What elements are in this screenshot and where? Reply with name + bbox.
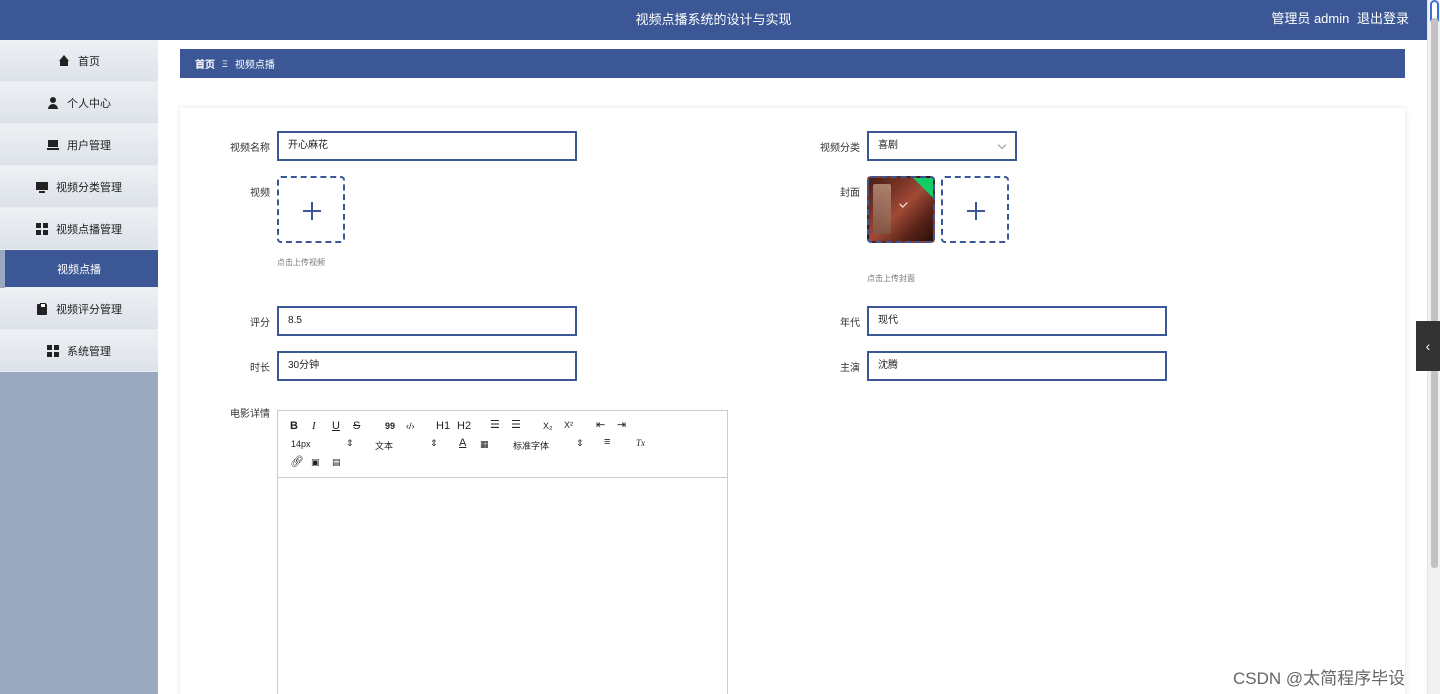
user-name: 管理员 admin (1271, 11, 1350, 26)
editor-toolbar: B I U S 99 ‹/› H1 H2 ☰ ☰ X₂ X² ⇤ ⇥ 14px … (278, 411, 727, 478)
scrollbar-thumb[interactable] (1431, 18, 1438, 568)
video-label: 视频 (250, 188, 270, 199)
rich-text-editor: B I U S 99 ‹/› H1 H2 ☰ ☰ X₂ X² ⇤ ⇥ 14px … (277, 410, 728, 694)
breadcrumb-separator-icon: Ξ (222, 58, 228, 69)
sidebar-item-label: 首页 (78, 55, 100, 68)
sidebar-item-users[interactable]: 用户管理 (0, 124, 158, 166)
sidebar-item-video-category[interactable]: 视频分类管理 (0, 166, 158, 208)
desk-icon (47, 139, 59, 151)
form-card: 视频名称 开心麻花 视频分类 喜剧 视频 点击上传视频 封面 点击上传封面 评分… (180, 108, 1405, 694)
chevron-updown-icon: ⇕ (576, 438, 584, 448)
font-family-select[interactable]: 标准字体 (513, 439, 549, 452)
sidebar-subitem-vod[interactable]: 视频点播 (5, 250, 158, 288)
background-color-icon[interactable]: ▦ (480, 439, 489, 450)
image-icon[interactable]: ▣ (311, 457, 320, 468)
category-label: 视频分类 (820, 143, 860, 154)
breadcrumb-current: 视频点播 (234, 60, 275, 71)
sidebar-item-profile[interactable]: 个人中心 (0, 82, 158, 124)
link-icon[interactable]: 🔗︎ (290, 455, 304, 468)
watermark: CSDN @太简程序毕设 (1233, 669, 1406, 688)
user-icon (47, 96, 59, 109)
clipboard-icon (36, 302, 48, 315)
logout-link[interactable]: 退出登录 (1357, 11, 1409, 26)
cover-label: 封面 (840, 188, 860, 199)
detail-label: 电影详情 (230, 409, 270, 420)
year-input[interactable]: 现代 (867, 306, 1167, 336)
sidebar: 首页 个人中心 用户管理 视频分类管理 视频点播管理 视频点播 视频评分管理 系… (0, 40, 158, 694)
rating-label: 评分 (250, 318, 270, 329)
indent-icon[interactable]: ⇥ (617, 418, 626, 431)
outdent-icon[interactable]: ⇤ (596, 418, 605, 431)
actor-input[interactable]: 沈腾 (867, 351, 1167, 381)
chevron-updown-icon: ⇕ (346, 438, 354, 448)
sidebar-item-label: 视频点播 (57, 263, 101, 276)
cover-upload-button[interactable] (941, 176, 1009, 243)
check-icon (899, 199, 908, 208)
breadcrumb-home[interactable]: 首页 (195, 56, 215, 71)
collapse-panel-button[interactable]: ‹ (1416, 321, 1440, 371)
sidebar-item-label: 视频评分管理 (56, 303, 122, 316)
align-icon[interactable]: ≡ (604, 436, 610, 448)
category-select[interactable]: 喜剧 (867, 131, 1017, 161)
bullet-list-icon[interactable]: ☰ (511, 418, 521, 431)
bold-button[interactable]: B (290, 420, 298, 432)
cover-upload-hint: 点击上传封面 (867, 274, 915, 283)
chevron-updown-icon: ⇕ (430, 438, 438, 448)
duration-label: 时长 (250, 363, 270, 374)
ordered-list-icon[interactable]: ☰ (490, 418, 500, 431)
clean-format-button[interactable]: Tx (636, 438, 645, 448)
strike-button[interactable]: S (353, 420, 360, 432)
font-color-button[interactable]: A (459, 437, 466, 449)
video-icon[interactable]: ▤ (332, 457, 341, 468)
sidebar-item-label: 系统管理 (67, 345, 111, 358)
italic-button[interactable]: I (312, 420, 316, 432)
editor-content-area[interactable] (278, 478, 727, 694)
year-label: 年代 (840, 318, 860, 329)
top-bar: 视频点播系统的设计与实现 管理员 admin 退出登录 (0, 0, 1427, 40)
rating-input[interactable]: 8.5 (277, 306, 577, 336)
chevron-left-icon: ‹ (1425, 338, 1431, 354)
grid-icon (47, 344, 59, 357)
breadcrumb: 首页 Ξ 视频点播 (180, 49, 1405, 78)
h1-button[interactable]: H1 (436, 420, 450, 432)
h2-button[interactable]: H2 (457, 420, 471, 432)
superscript-button[interactable]: X² (564, 420, 573, 430)
sidebar-item-rating-manage[interactable]: 视频评分管理 (0, 288, 158, 330)
cover-thumbnail[interactable] (867, 176, 935, 243)
blockquote-button[interactable]: 99 (385, 421, 395, 431)
user-area: 管理员 admin 退出登录 (1267, 0, 1409, 38)
sidebar-item-label: 个人中心 (67, 97, 111, 110)
code-block-button[interactable]: ‹/› (406, 421, 415, 431)
home-icon (58, 54, 70, 67)
app-title: 视频点播系统的设计与实现 (635, 12, 792, 27)
sidebar-item-label: 视频点播管理 (56, 223, 122, 236)
sidebar-item-vod-manage[interactable]: 视频点播管理 (0, 208, 158, 250)
underline-button[interactable]: U (332, 420, 340, 432)
actor-label: 主演 (840, 363, 860, 374)
success-corner-badge (913, 178, 933, 198)
category-value: 喜剧 (878, 140, 898, 151)
sidebar-item-label: 用户管理 (67, 139, 111, 152)
video-upload-hint: 点击上传视频 (277, 258, 325, 267)
name-label: 视频名称 (230, 143, 270, 154)
font-size-select[interactable]: 14px (291, 439, 311, 449)
sidebar-item-home[interactable]: 首页 (0, 40, 158, 82)
sidebar-item-label: 视频分类管理 (56, 181, 122, 194)
name-input[interactable]: 开心麻花 (277, 131, 577, 161)
sidebar-item-system[interactable]: 系统管理 (0, 330, 158, 372)
header-select[interactable]: 文本 (375, 439, 393, 452)
duration-input[interactable]: 30分钟 (277, 351, 577, 381)
subscript-button[interactable]: X₂ (543, 421, 553, 431)
monitor-icon (36, 181, 48, 193)
video-upload-button[interactable] (277, 176, 345, 243)
grid-icon (36, 222, 48, 235)
chevron-down-icon (997, 140, 1007, 150)
